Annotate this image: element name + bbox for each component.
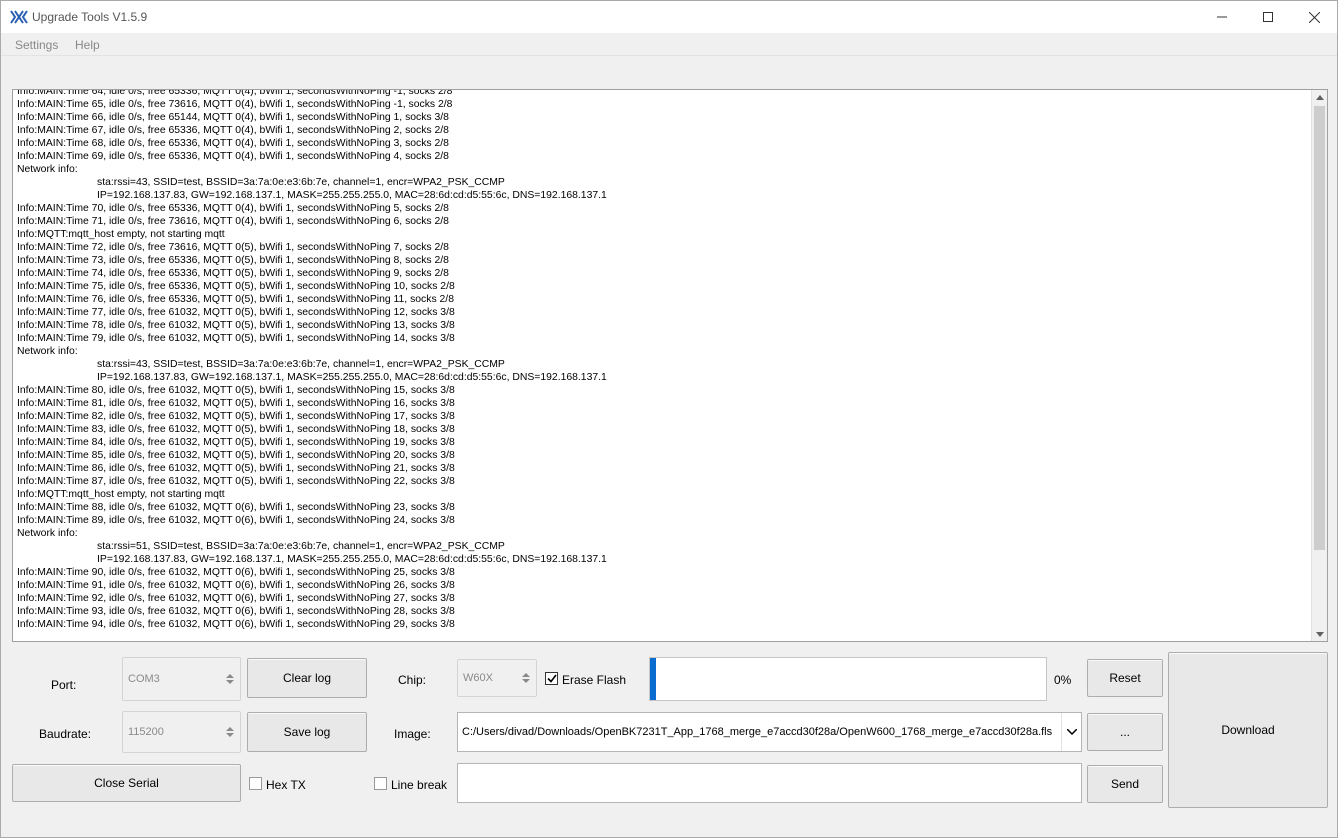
log-line: Info:MAIN:Time 91, idle 0/s, free 61032,…	[17, 580, 455, 591]
log-line: Info:MAIN:Time 89, idle 0/s, free 61032,…	[17, 515, 455, 526]
log-line: Info:MAIN:Time 88, idle 0/s, free 61032,…	[17, 502, 455, 513]
log-scrollbar[interactable]	[1311, 90, 1327, 641]
log-line: Info:MAIN:Time 93, idle 0/s, free 61032,…	[17, 606, 455, 617]
log-line: Info:MAIN:Time 76, idle 0/s, free 65336,…	[17, 294, 454, 305]
log-line: Info:MAIN:Time 75, idle 0/s, free 65336,…	[17, 281, 455, 292]
window-title: Upgrade Tools V1.5.9	[32, 10, 148, 24]
log-line: Info:MAIN:Time 68, idle 0/s, free 65336,…	[17, 138, 449, 149]
log-line: Info:MAIN:Time 64, idle 0/s, free 65336,…	[17, 89, 453, 97]
log-line: sta:rssi=51, SSID=test, BSSID=3a:7a:0e:e…	[97, 541, 505, 552]
log-line: Info:MAIN:Time 78, idle 0/s, free 61032,…	[17, 320, 455, 331]
spin-arrows-icon	[522, 673, 530, 683]
checkmark-icon	[546, 674, 557, 683]
log-line: Info:MAIN:Time 74, idle 0/s, free 65336,…	[17, 268, 449, 279]
log-line: Network info:	[17, 164, 78, 175]
log-line: Info:MAIN:Time 69, idle 0/s, free 65336,…	[17, 151, 449, 162]
image-path-value: C:/Users/divad/Downloads/OpenBK7231T_App…	[462, 726, 1053, 738]
close-button[interactable]	[1291, 1, 1337, 33]
log-line: Info:MAIN:Time 71, idle 0/s, free 73616,…	[17, 216, 449, 227]
log-lines: Info:MAIN:Time 64, idle 0/s, free 65336,…	[17, 89, 1307, 631]
send-button[interactable]: Send	[1087, 765, 1163, 803]
log-line: Info:MAIN:Time 85, idle 0/s, free 61032,…	[17, 450, 455, 461]
spin-arrows-icon	[226, 727, 234, 737]
save-log-button[interactable]: Save log	[247, 712, 367, 752]
chip-label: Chip:	[398, 673, 427, 687]
menu-divider	[1, 55, 1337, 56]
log-line: Info:MQTT:mqtt_host empty, not starting …	[17, 489, 225, 500]
log-line: Info:MAIN:Time 83, idle 0/s, free 61032,…	[17, 424, 455, 435]
baudrate-value: 115200	[128, 726, 164, 738]
log-line: Info:MAIN:Time 84, idle 0/s, free 61032,…	[17, 437, 455, 448]
baudrate-select[interactable]: 115200	[122, 711, 241, 753]
combo-dropdown-button[interactable]	[1061, 713, 1081, 751]
erase-flash-label: Erase Flash	[562, 673, 627, 687]
menu-bar: Settings Help	[1, 33, 1337, 55]
progress-fill	[650, 658, 656, 700]
close-serial-button[interactable]: Close Serial	[12, 764, 241, 802]
menu-help[interactable]: Help	[75, 38, 100, 52]
log-line: Info:MAIN:Time 67, idle 0/s, free 65336,…	[17, 125, 449, 136]
maximize-button[interactable]	[1245, 1, 1291, 33]
image-path-combo[interactable]: C:/Users/divad/Downloads/OpenBK7231T_App…	[457, 712, 1082, 752]
log-line: Info:MAIN:Time 81, idle 0/s, free 61032,…	[17, 398, 455, 409]
log-line: Info:MAIN:Time 82, idle 0/s, free 61032,…	[17, 411, 455, 422]
port-label: Port:	[51, 678, 77, 692]
erase-flash-checkbox[interactable]	[545, 672, 558, 685]
arrow-up-icon	[1316, 94, 1324, 100]
progress-bar	[649, 657, 1047, 701]
log-output[interactable]: Info:MAIN:Time 64, idle 0/s, free 65336,…	[12, 89, 1328, 642]
log-line: IP=192.168.137.83, GW=192.168.137.1, MAS…	[97, 554, 607, 565]
scroll-down-button[interactable]	[1312, 628, 1327, 640]
progress-percent: 0%	[1054, 673, 1072, 687]
log-line: IP=192.168.137.83, GW=192.168.137.1, MAS…	[97, 372, 607, 383]
log-line: IP=192.168.137.83, GW=192.168.137.1, MAS…	[97, 190, 607, 201]
log-line: Info:MQTT:mqtt_host empty, not starting …	[17, 229, 225, 240]
log-line: Info:MAIN:Time 94, idle 0/s, free 61032,…	[17, 619, 455, 630]
log-line: Info:MAIN:Time 92, idle 0/s, free 61032,…	[17, 593, 455, 604]
log-line: Info:MAIN:Time 77, idle 0/s, free 61032,…	[17, 307, 455, 318]
image-label: Image:	[394, 727, 431, 741]
log-line: sta:rssi=43, SSID=test, BSSID=3a:7a:0e:e…	[97, 177, 505, 188]
minimize-button[interactable]	[1199, 1, 1245, 33]
line-break-label: Line break	[391, 778, 448, 792]
title-bar: Upgrade Tools V1.5.9	[1, 1, 1337, 33]
log-line: Info:MAIN:Time 72, idle 0/s, free 73616,…	[17, 242, 449, 253]
reset-button[interactable]: Reset	[1087, 659, 1163, 697]
vx-logo-icon	[10, 10, 28, 24]
menu-settings[interactable]: Settings	[15, 38, 58, 52]
log-line: Network info:	[17, 528, 78, 539]
port-select[interactable]: COM3	[122, 657, 241, 701]
log-line: Info:MAIN:Time 87, idle 0/s, free 61032,…	[17, 476, 455, 487]
line-break-checkbox[interactable]	[374, 777, 387, 790]
hex-tx-label: Hex TX	[266, 778, 306, 792]
log-line: Info:MAIN:Time 70, idle 0/s, free 65336,…	[17, 203, 449, 214]
spin-arrows-icon	[226, 674, 234, 684]
log-line: Info:MAIN:Time 80, idle 0/s, free 61032,…	[17, 385, 455, 396]
browse-button[interactable]: ...	[1087, 713, 1163, 751]
hex-tx-checkbox[interactable]	[249, 777, 262, 790]
clear-log-button[interactable]: Clear log	[247, 658, 367, 698]
upgrade-tools-window: Upgrade Tools V1.5.9 Settings Help Info:…	[0, 0, 1338, 838]
chip-value: W60X	[463, 672, 493, 684]
baudrate-label: Baudrate:	[39, 727, 92, 741]
port-value: COM3	[128, 673, 160, 685]
log-line: Info:MAIN:Time 90, idle 0/s, free 61032,…	[17, 567, 455, 578]
log-line: Info:MAIN:Time 79, idle 0/s, free 61032,…	[17, 333, 455, 344]
log-line: Info:MAIN:Time 86, idle 0/s, free 61032,…	[17, 463, 455, 474]
chevron-down-icon	[1066, 729, 1077, 735]
chip-select[interactable]: W60X	[457, 659, 537, 697]
log-line: Info:MAIN:Time 65, idle 0/s, free 73616,…	[17, 99, 453, 110]
log-line: Network info:	[17, 346, 78, 357]
maximize-icon	[1263, 12, 1273, 22]
close-icon	[1308, 11, 1320, 23]
log-line: Info:MAIN:Time 73, idle 0/s, free 65336,…	[17, 255, 449, 266]
log-line: sta:rssi=43, SSID=test, BSSID=3a:7a:0e:e…	[97, 359, 505, 370]
arrow-down-icon	[1316, 631, 1324, 637]
log-line: Info:MAIN:Time 66, idle 0/s, free 65144,…	[17, 112, 449, 123]
minimize-icon	[1217, 16, 1227, 18]
download-button[interactable]: Download	[1168, 652, 1328, 808]
send-input[interactable]	[457, 763, 1082, 803]
scroll-up-button[interactable]	[1312, 91, 1327, 103]
scroll-thumb[interactable]	[1314, 106, 1325, 550]
